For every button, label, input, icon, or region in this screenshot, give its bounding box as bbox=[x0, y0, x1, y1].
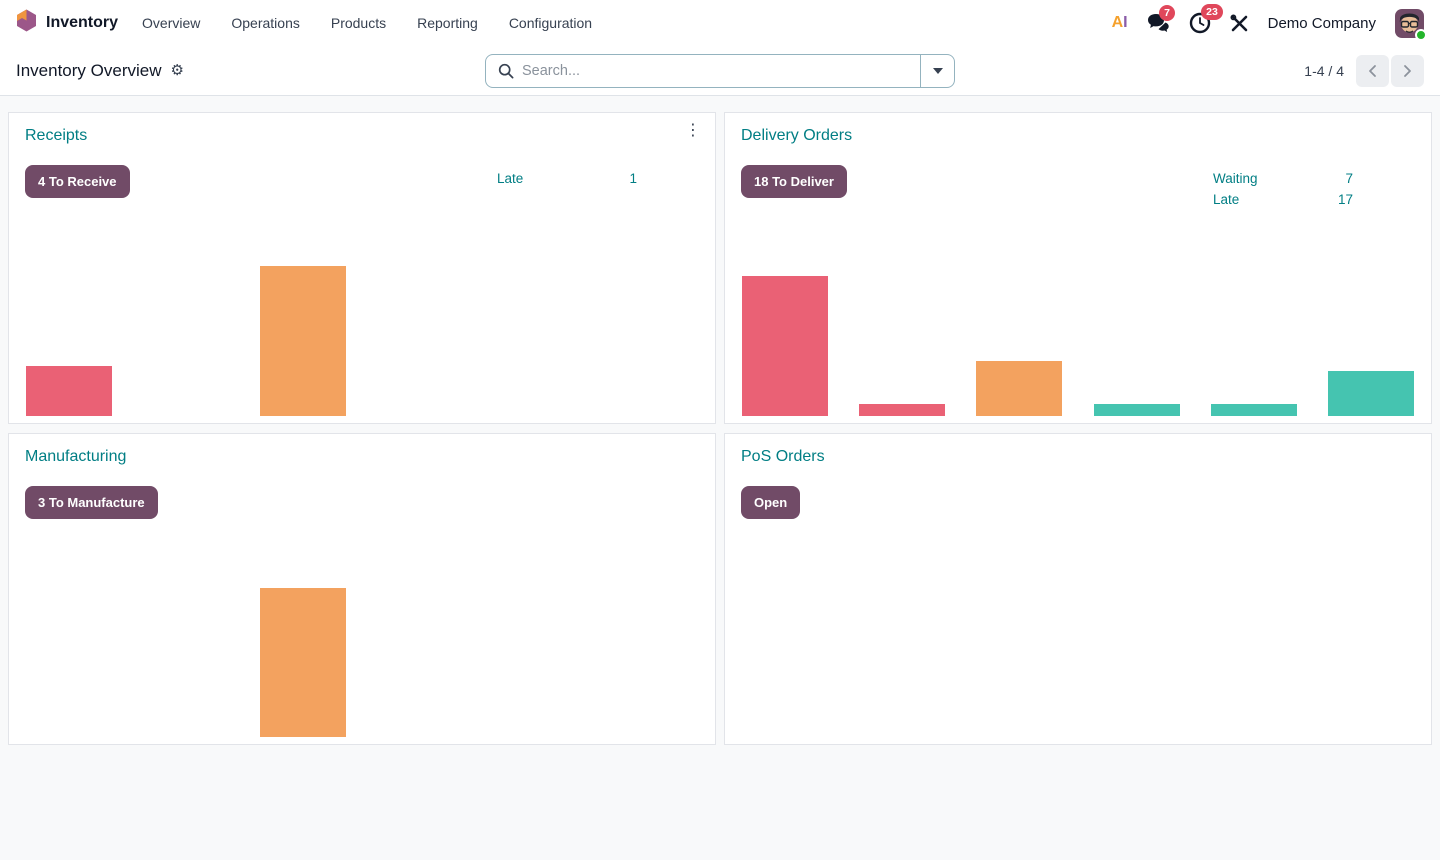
chart-slot bbox=[1094, 256, 1180, 416]
chart-slot bbox=[859, 256, 945, 416]
page-title: Inventory Overview bbox=[16, 61, 162, 81]
online-status-dot bbox=[1415, 29, 1427, 41]
chart-slot bbox=[1328, 256, 1414, 416]
stat-value: 1 bbox=[629, 168, 637, 189]
activities-badge: 23 bbox=[1201, 4, 1224, 20]
search-input[interactable] bbox=[514, 55, 920, 87]
delivery-orders-chart bbox=[725, 256, 1431, 416]
stat-label: Late bbox=[497, 168, 523, 189]
chart-slot bbox=[143, 256, 229, 416]
chart-slot bbox=[378, 577, 464, 737]
receipts-chart bbox=[9, 256, 715, 416]
card-title[interactable]: Manufacturing bbox=[25, 448, 126, 466]
messages-icon[interactable]: 7 bbox=[1147, 13, 1170, 33]
messages-badge: 7 bbox=[1159, 5, 1176, 21]
user-avatar[interactable] bbox=[1395, 9, 1424, 38]
chart-bar[interactable] bbox=[1328, 371, 1414, 416]
card-title[interactable]: Delivery Orders bbox=[741, 127, 852, 145]
stat-value: 7 bbox=[1345, 168, 1353, 189]
tools-icon[interactable] bbox=[1230, 14, 1249, 33]
card-stats: Waiting 7 Late 17 bbox=[1213, 168, 1353, 210]
card-title[interactable]: Receipts bbox=[25, 127, 87, 145]
menu-reporting[interactable]: Reporting bbox=[415, 9, 480, 37]
manufacturing-chart bbox=[9, 577, 715, 737]
menu-products[interactable]: Products bbox=[329, 9, 388, 37]
stat-waiting[interactable]: Waiting 7 bbox=[1213, 168, 1353, 189]
search-icon bbox=[486, 55, 514, 87]
chart-slot bbox=[495, 256, 581, 416]
breadcrumb: Inventory Overview ⚙ bbox=[16, 61, 184, 81]
stat-label: Late bbox=[1213, 189, 1239, 210]
main-menu: Overview Operations Products Reporting C… bbox=[140, 9, 594, 37]
inventory-overview-kanban: Receipts ⋮ 4 To Receive Late 1 Delivery … bbox=[0, 96, 1440, 745]
chart-slot bbox=[976, 256, 1062, 416]
chart-bar[interactable] bbox=[742, 276, 828, 416]
stat-label: Waiting bbox=[1213, 168, 1258, 189]
kebab-menu-icon[interactable]: ⋮ bbox=[685, 123, 701, 139]
pager-range: 1-4 / 4 bbox=[1304, 63, 1344, 79]
chart-slot bbox=[260, 577, 346, 737]
app-name: Inventory bbox=[46, 14, 118, 32]
top-navbar: Inventory Overview Operations Products R… bbox=[0, 0, 1440, 46]
stat-value: 17 bbox=[1338, 189, 1353, 210]
menu-operations[interactable]: Operations bbox=[229, 9, 301, 37]
control-panel: Inventory Overview ⚙ 1-4 / 4 bbox=[0, 46, 1440, 96]
card-manufacturing: Manufacturing 3 To Manufacture bbox=[8, 433, 716, 745]
inventory-app-icon bbox=[16, 9, 37, 37]
chart-bar[interactable] bbox=[1211, 404, 1297, 416]
chart-bar[interactable] bbox=[859, 404, 945, 416]
card-title[interactable]: PoS Orders bbox=[741, 448, 825, 466]
card-delivery-orders: Delivery Orders 18 To Deliver Waiting 7 … bbox=[724, 112, 1432, 424]
chevron-down-icon bbox=[933, 68, 943, 74]
chart-slot bbox=[612, 256, 698, 416]
card-receipts: Receipts ⋮ 4 To Receive Late 1 bbox=[8, 112, 716, 424]
gear-icon[interactable]: ⚙ bbox=[171, 63, 184, 78]
chart-slot bbox=[742, 256, 828, 416]
chart-bar[interactable] bbox=[976, 361, 1062, 416]
chart-slot bbox=[26, 256, 112, 416]
search-options-toggle[interactable] bbox=[920, 55, 954, 87]
menu-configuration[interactable]: Configuration bbox=[507, 9, 594, 37]
chart-bar[interactable] bbox=[1094, 404, 1180, 416]
chevron-left-icon bbox=[1367, 64, 1378, 78]
chart-bar[interactable] bbox=[260, 588, 346, 737]
chart-slot bbox=[1211, 256, 1297, 416]
activities-icon[interactable]: 23 bbox=[1189, 12, 1211, 34]
to-manufacture-button[interactable]: 3 To Manufacture bbox=[25, 486, 158, 519]
chart-slot bbox=[26, 577, 112, 737]
chart-slot bbox=[260, 256, 346, 416]
chart-bar[interactable] bbox=[26, 366, 112, 416]
pager-previous-button[interactable] bbox=[1356, 55, 1389, 87]
chart-slot bbox=[495, 577, 581, 737]
card-stats: Late 1 bbox=[497, 168, 637, 189]
systray: AI 7 23 Demo Company bbox=[1112, 9, 1424, 38]
to-deliver-button[interactable]: 18 To Deliver bbox=[741, 165, 847, 198]
pager-next-button[interactable] bbox=[1391, 55, 1424, 87]
stat-late[interactable]: Late 17 bbox=[1213, 189, 1353, 210]
menu-overview[interactable]: Overview bbox=[140, 9, 202, 37]
stat-late[interactable]: Late 1 bbox=[497, 168, 637, 189]
open-button[interactable]: Open bbox=[741, 486, 800, 519]
chevron-right-icon bbox=[1402, 64, 1413, 78]
app-brand[interactable]: Inventory bbox=[16, 9, 118, 37]
chart-slot bbox=[143, 577, 229, 737]
chart-slot bbox=[378, 256, 464, 416]
card-pos-orders: PoS Orders Open bbox=[724, 433, 1432, 745]
chart-slot bbox=[612, 577, 698, 737]
chart-bar[interactable] bbox=[260, 266, 346, 416]
to-receive-button[interactable]: 4 To Receive bbox=[25, 165, 130, 198]
ai-icon[interactable]: AI bbox=[1112, 14, 1128, 32]
search-bar bbox=[485, 54, 955, 88]
pager: 1-4 / 4 bbox=[1304, 55, 1424, 87]
company-switcher[interactable]: Demo Company bbox=[1268, 15, 1376, 32]
